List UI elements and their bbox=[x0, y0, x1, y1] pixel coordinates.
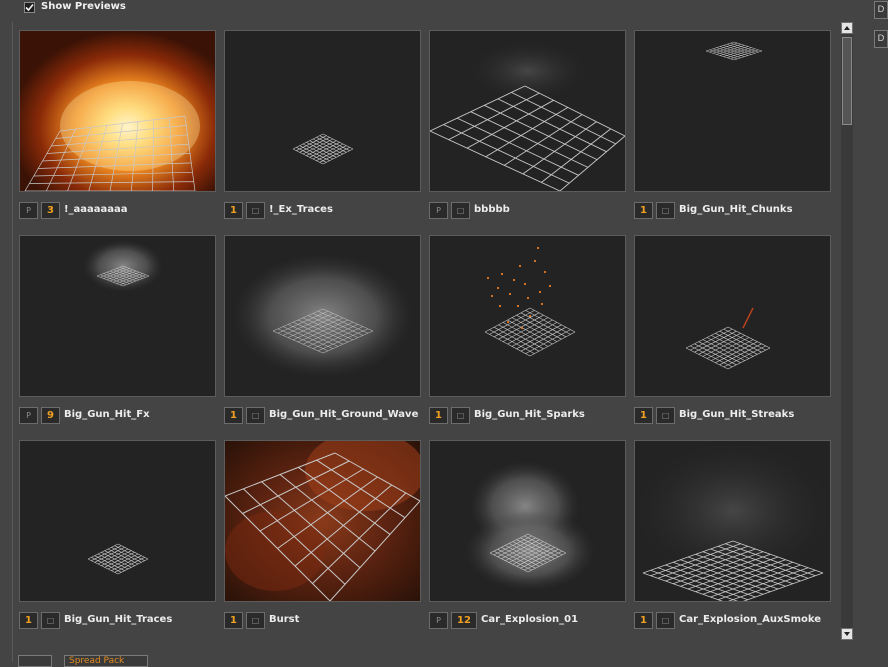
preview-thumbnail[interactable] bbox=[19, 235, 216, 397]
preview-thumbnail[interactable] bbox=[224, 440, 421, 602]
options-button[interactable]: □ bbox=[451, 202, 470, 219]
item-name-label: bbbbb bbox=[474, 204, 510, 215]
preview-flag-button[interactable]: P bbox=[19, 407, 38, 424]
instance-count-badge[interactable]: 1 bbox=[224, 202, 243, 219]
instance-count-badge[interactable]: 3 bbox=[41, 202, 60, 219]
preview-flag-button[interactable]: P bbox=[19, 202, 38, 219]
smoke-puff-small-image bbox=[83, 240, 163, 292]
item-name-label: Big_Gun_Hit_Sparks bbox=[474, 409, 585, 420]
smoke-wave-image bbox=[233, 254, 413, 378]
checkmark-icon bbox=[25, 3, 34, 12]
instance-count-badge[interactable]: 1 bbox=[634, 202, 653, 219]
instance-count-badge[interactable]: 12 bbox=[451, 612, 477, 629]
options-button[interactable]: □ bbox=[41, 612, 60, 629]
preview-thumbnail[interactable] bbox=[634, 440, 831, 602]
small-grid-image bbox=[87, 543, 149, 575]
options-button[interactable]: □ bbox=[246, 202, 265, 219]
item-name-label: !_Ex_Traces bbox=[269, 204, 333, 215]
preview-thumbnail[interactable] bbox=[634, 235, 831, 397]
instance-count-badge[interactable]: 1 bbox=[224, 407, 243, 424]
vertical-scrollbar[interactable] bbox=[841, 22, 853, 640]
instance-count-badge[interactable]: 1 bbox=[634, 407, 653, 424]
red-burst-image bbox=[225, 441, 420, 601]
streak-image bbox=[685, 307, 771, 370]
preview-thumbnail[interactable] bbox=[19, 440, 216, 602]
item-name-label: Big_Gun_Hit_Ground_Wave bbox=[269, 409, 419, 420]
preview-thumbnail[interactable] bbox=[429, 440, 626, 602]
toolbar: Show Previews bbox=[0, 0, 888, 16]
sparks-image bbox=[484, 246, 576, 357]
instance-count-badge[interactable]: 9 bbox=[41, 407, 60, 424]
preview-thumbnail[interactable] bbox=[19, 30, 216, 192]
preview-thumbnail[interactable] bbox=[429, 235, 626, 397]
options-button[interactable]: □ bbox=[246, 612, 265, 629]
preview-thumbnail[interactable] bbox=[634, 30, 831, 192]
preview-thumbnail[interactable] bbox=[224, 235, 421, 397]
item-name-label: Car_Explosion_01 bbox=[481, 614, 579, 625]
scroll-thumb[interactable] bbox=[842, 37, 852, 125]
bottom-button-1[interactable] bbox=[18, 655, 52, 667]
options-button[interactable]: □ bbox=[451, 407, 470, 424]
item-name-label: !_aaaaaaaa bbox=[64, 204, 128, 215]
fire-explosion-image bbox=[20, 31, 215, 191]
preview-thumbnail[interactable] bbox=[429, 30, 626, 192]
show-previews-label: Show Previews bbox=[41, 1, 126, 12]
small-grid-image bbox=[292, 133, 354, 165]
instance-count-badge[interactable]: 1 bbox=[634, 612, 653, 629]
item-name-label: Car_Explosion_AuxSmoke bbox=[679, 614, 822, 625]
item-name-label: Big_Gun_Hit_Fx bbox=[64, 409, 150, 420]
instance-count-badge[interactable]: 1 bbox=[224, 612, 243, 629]
options-button[interactable]: □ bbox=[656, 202, 675, 219]
preview-flag-button[interactable]: P bbox=[429, 612, 448, 629]
item-name-label: Big_Gun_Hit_Traces bbox=[64, 614, 173, 625]
item-name-label: Big_Gun_Hit_Chunks bbox=[679, 204, 793, 215]
show-previews-checkbox[interactable] bbox=[24, 2, 35, 13]
arrow-up-icon bbox=[844, 26, 850, 30]
options-button[interactable]: □ bbox=[656, 407, 675, 424]
item-name-label: Burst bbox=[269, 614, 300, 625]
smoke-column-image bbox=[465, 461, 595, 591]
instance-count-badge[interactable]: 1 bbox=[429, 407, 448, 424]
large-grid-image bbox=[430, 41, 625, 191]
side-button-1[interactable]: D bbox=[874, 1, 888, 19]
preview-flag-button[interactable]: P bbox=[429, 202, 448, 219]
tiny-grid-top-image bbox=[705, 41, 763, 61]
spread-pack-button[interactable]: Spread Pack bbox=[64, 655, 148, 667]
side-button-2[interactable]: D bbox=[874, 30, 888, 48]
arrow-down-icon bbox=[844, 632, 850, 636]
scroll-down-button[interactable] bbox=[841, 628, 853, 640]
scroll-track[interactable] bbox=[841, 34, 853, 628]
options-button[interactable]: □ bbox=[656, 612, 675, 629]
item-name-label: Big_Gun_Hit_Streaks bbox=[679, 409, 795, 420]
instance-count-badge[interactable]: 1 bbox=[19, 612, 38, 629]
haze-grid-image bbox=[635, 441, 830, 601]
scroll-up-button[interactable] bbox=[841, 22, 853, 34]
preview-thumbnail[interactable] bbox=[224, 30, 421, 192]
options-button[interactable]: □ bbox=[246, 407, 265, 424]
